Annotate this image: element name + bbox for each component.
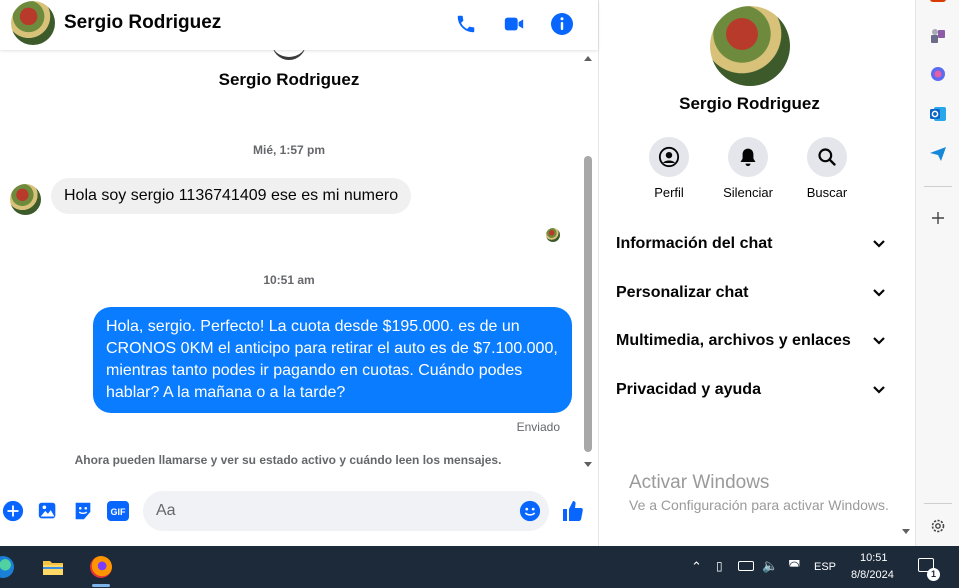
tray-overflow-icon[interactable]: ⌃ (691, 559, 702, 575)
emoji-button[interactable] (518, 499, 542, 523)
browser-sidebar (915, 0, 959, 546)
bell-icon (728, 137, 768, 177)
chevron-down-icon (873, 337, 885, 345)
timestamp: 10:51 am (263, 273, 315, 287)
sender-avatar[interactable] (10, 184, 41, 215)
taskbar: ⌃ ▯ 🔈 ◚ ESP 10:51 8/8/2024 1 (0, 546, 959, 588)
profile-action-label: Perfil (654, 185, 684, 200)
timestamp: Mié, 1:57 pm (252, 143, 326, 157)
firefox-icon[interactable] (90, 556, 112, 578)
battery-icon[interactable] (738, 561, 754, 571)
message-list: Sergio Rodriguez Mié, 1:57 pm Hola soy s… (0, 50, 598, 488)
panel-contact-name: Sergio Rodriguez (679, 94, 820, 113)
conversation-info-panel: Sergio Rodriguez Perfil Silenciar Buscar… (599, 0, 915, 546)
image-icon (38, 502, 56, 519)
profile-avatar-partial (272, 50, 306, 60)
incoming-message[interactable]: Hola soy sergio 1136741409 ese es mi num… (51, 178, 412, 214)
copilot-icon[interactable] (929, 65, 947, 83)
section-media-files-links[interactable]: Multimedia, archivos y enlaces (616, 327, 886, 355)
file-explorer-icon[interactable] (42, 558, 64, 576)
attach-media-button[interactable] (37, 500, 59, 522)
scroll-up-arrow[interactable] (584, 56, 592, 61)
composer: GIF Aa (0, 488, 598, 546)
chevron-down-icon (873, 289, 885, 297)
scroll-thumb[interactable] (584, 156, 592, 452)
message-input[interactable]: Aa (143, 491, 549, 531)
emoji-icon (519, 500, 541, 522)
contact-name[interactable]: Sergio Rodriguez (64, 12, 221, 34)
clock-date[interactable]: 8/8/2024 (851, 569, 894, 581)
network-icon[interactable]: ◚ (788, 558, 801, 574)
outlook-icon[interactable] (929, 105, 947, 123)
settings-icon[interactable] (929, 517, 947, 535)
gif-button[interactable]: GIF (106, 500, 130, 522)
section-chat-info[interactable]: Información del chat (616, 230, 886, 258)
profile-icon (649, 137, 689, 177)
more-actions-button[interactable] (2, 500, 24, 522)
sidebar-divider (924, 186, 952, 187)
volume-icon[interactable]: 🔈 (762, 558, 778, 574)
info-icon (551, 13, 573, 35)
chat-header: Sergio Rodriguez (0, 0, 598, 50)
conversation-top-name: Sergio Rodriguez (218, 70, 360, 89)
section-label: Multimedia, archivos y enlaces (616, 332, 851, 349)
thumbs-up-icon (563, 501, 583, 521)
activation-watermark-subtitle: Ve a Configuración para activar Windows. (629, 497, 889, 513)
meet-now-icon[interactable]: ▯ (716, 559, 723, 573)
send-icon[interactable] (929, 145, 947, 163)
message-input-placeholder: Aa (156, 502, 176, 519)
clock-time[interactable]: 10:51 (860, 552, 888, 564)
video-call-button[interactable] (500, 10, 528, 38)
chevron-down-icon (873, 240, 885, 248)
chevron-down-icon (873, 386, 885, 394)
search-action-label: Buscar (806, 185, 848, 200)
search-icon (807, 137, 847, 177)
sticker-icon (75, 502, 91, 520)
sidebar-divider (924, 503, 952, 504)
privacy-notice: Ahora pueden llamarse y ver su estado ac… (74, 453, 502, 467)
section-label: Información del chat (616, 235, 773, 252)
add-icon[interactable] (930, 210, 946, 226)
language-indicator[interactable]: ESP (814, 561, 836, 573)
games-icon[interactable] (929, 27, 947, 45)
search-action[interactable]: Buscar (792, 137, 862, 200)
video-camera-icon (504, 17, 524, 31)
read-receipt-avatar (546, 228, 560, 242)
section-customize-chat[interactable]: Personalizar chat (616, 279, 886, 307)
mute-action-label: Silenciar (723, 185, 773, 200)
conversation-info-button[interactable] (548, 10, 576, 38)
edge-browser-icon[interactable] (0, 556, 14, 578)
scrollbar[interactable] (582, 56, 594, 476)
like-button[interactable] (560, 498, 586, 524)
panel-scroll-down-arrow[interactable] (902, 529, 910, 534)
sidebar-app-partial-icon[interactable] (930, 0, 946, 2)
phone-icon (457, 15, 475, 33)
mute-action[interactable]: Silenciar (713, 137, 783, 200)
scroll-down-arrow[interactable] (584, 462, 592, 467)
panel-avatar[interactable] (710, 6, 790, 86)
outgoing-message[interactable]: Hola, sergio. Perfecto! La cuota desde $… (93, 307, 572, 413)
plus-circle-icon (2, 500, 24, 522)
phone-call-button[interactable] (452, 10, 480, 38)
gif-icon: GIF (107, 501, 129, 521)
activation-watermark-title: Activar Windows (629, 472, 770, 493)
profile-action[interactable]: Perfil (634, 137, 704, 200)
notification-count-badge: 1 (927, 568, 940, 581)
message-status: Enviado (516, 420, 560, 434)
sticker-button[interactable] (72, 500, 94, 522)
svg-text:GIF: GIF (111, 507, 127, 517)
contact-avatar[interactable] (11, 1, 55, 45)
section-label: Personalizar chat (616, 284, 749, 301)
section-privacy-help[interactable]: Privacidad y ayuda (616, 376, 886, 404)
active-app-indicator (92, 584, 110, 587)
section-label: Privacidad y ayuda (616, 381, 761, 398)
